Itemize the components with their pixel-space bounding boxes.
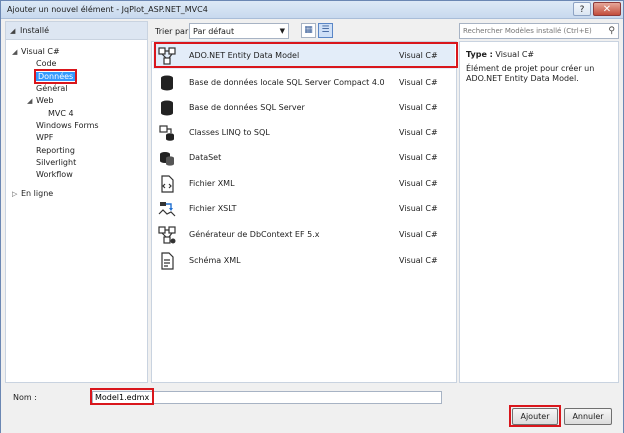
sort-select[interactable]: Par défaut ▼ <box>189 23 289 39</box>
template-name: Schéma XML <box>189 256 241 265</box>
sort-bar: Trier par : Par défaut ▼ ▦ ☰ <box>151 21 457 41</box>
template-name: DataSet <box>189 153 222 162</box>
search-input[interactable] <box>460 24 600 38</box>
help-button[interactable]: ? <box>573 2 591 16</box>
collapse-arrow-icon: ◢ <box>10 27 16 35</box>
add-button[interactable]: Ajouter <box>512 408 558 425</box>
tree-item-label: Silverlight <box>36 158 77 167</box>
xslt-file-icon <box>158 202 176 217</box>
template-language: Visual C# <box>399 103 438 112</box>
tree-item-windows-forms[interactable]: Windows Forms <box>36 120 99 132</box>
template-row-sql-compact[interactable]: Base de données locale SQL Server Compac… <box>153 70 455 96</box>
template-row-xslt-file[interactable]: Fichier XSLT Visual C# <box>153 196 455 222</box>
database-icon <box>161 100 173 116</box>
tree-item-label: WPF <box>36 133 54 142</box>
description-text: Élément de projet pour créer un ADO.NET … <box>466 64 595 83</box>
tree-item-label: Code <box>36 59 57 68</box>
tree-item-label: MVC 4 <box>48 109 74 118</box>
template-row-dataset[interactable]: DataSet Visual C# <box>153 145 455 171</box>
chevron-down-icon: ▼ <box>279 27 285 35</box>
sort-value: Par défaut <box>193 27 235 36</box>
name-field-highlight <box>90 388 154 405</box>
installed-label: Installé <box>20 26 50 35</box>
template-search[interactable]: ⚲ <box>459 23 619 39</box>
template-row-sql-server[interactable]: Base de données SQL Server Visual C# <box>153 95 455 121</box>
template-row-xml-file[interactable]: Fichier XML Visual C# <box>153 171 455 197</box>
tree-item-web[interactable]: ◢ Web <box>27 95 53 107</box>
template-row-linq-to-sql[interactable]: Classes LINQ to SQL Visual C# <box>153 120 455 146</box>
category-tree: ◢ Installé ◢ Visual C# Code Données Génér… <box>5 21 148 383</box>
close-button[interactable]: ✕ <box>593 2 621 16</box>
list-view-icon: ☰ <box>321 25 330 35</box>
tree-item-wpf[interactable]: WPF <box>36 132 53 144</box>
linq-classes-icon <box>159 125 174 141</box>
description-panel: Type : Visual C# Élément de projet pour … <box>459 41 619 383</box>
template-row-xml-schema[interactable]: Schéma XML Visual C# <box>153 248 455 274</box>
tree-item-online[interactable]: ▷ En ligne <box>12 188 53 200</box>
window-title: Ajouter un nouvel élément - JqPlot_ASP.N… <box>7 5 208 14</box>
tree-item-reporting[interactable]: Reporting <box>36 145 75 157</box>
small-icons-view-button[interactable]: ▦ <box>301 23 316 38</box>
tree-item-mvc4[interactable]: MVC 4 <box>48 108 74 120</box>
template-language: Visual C# <box>399 204 438 213</box>
search-icon[interactable]: ⚲ <box>608 26 615 36</box>
tree-item-donnees[interactable]: Données <box>34 69 78 84</box>
template-language: Visual C# <box>399 128 438 137</box>
bottom-bar: Nom : Ajouter Annuler <box>1 385 623 433</box>
tree-item-workflow[interactable]: Workflow <box>36 169 73 181</box>
template-language: Visual C# <box>399 153 438 162</box>
expand-arrow-icon: ◢ <box>12 48 18 56</box>
list-view-button[interactable]: ☰ <box>318 23 333 38</box>
template-language: Visual C# <box>399 78 438 87</box>
dbcontext-generator-icon <box>158 226 176 244</box>
template-name: Générateur de DbContext EF 5.x <box>189 230 320 239</box>
tree-item-label: Web <box>36 96 54 105</box>
expand-arrow-icon: ▷ <box>12 190 18 198</box>
xml-file-icon <box>161 175 174 193</box>
template-name: Classes LINQ to SQL <box>189 128 270 137</box>
template-language: Visual C# <box>399 179 438 188</box>
xml-schema-icon <box>161 252 174 270</box>
tree-item-label: En ligne <box>21 189 54 198</box>
type-label: Type : <box>466 50 493 59</box>
title-bar: Ajouter un nouvel élément - JqPlot_ASP.N… <box>1 1 623 19</box>
sort-label: Trier par : <box>155 27 194 36</box>
tree-item-general[interactable]: Général <box>36 83 68 95</box>
template-language: Visual C# <box>399 256 438 265</box>
cancel-button[interactable]: Annuler <box>564 408 612 425</box>
tree-item-label: Reporting <box>36 146 75 155</box>
template-language: Visual C# <box>399 230 438 239</box>
tree-item-label: Workflow <box>36 170 73 179</box>
selection-highlight <box>154 42 458 68</box>
tree-item-label: Données <box>36 72 76 81</box>
dataset-icon <box>160 152 174 166</box>
tree-item-label: Windows Forms <box>36 121 99 130</box>
template-row-dbcontext-generator[interactable]: Générateur de DbContext EF 5.x Visual C# <box>153 222 455 248</box>
type-value: Visual C# <box>495 50 535 59</box>
template-name: Base de données locale SQL Server Compac… <box>189 78 385 87</box>
expand-arrow-icon: ◢ <box>27 97 33 105</box>
template-name: Base de données SQL Server <box>189 103 305 112</box>
tree-item-label: Général <box>36 84 68 93</box>
add-new-item-dialog: Ajouter un nouvel élément - JqPlot_ASP.N… <box>0 0 624 433</box>
name-label: Nom : <box>13 393 37 402</box>
template-name: Fichier XML <box>189 179 235 188</box>
grid-view-icon: ▦ <box>304 25 313 35</box>
type-line: Type : Visual C# <box>466 50 534 59</box>
tree-item-visual-csharp[interactable]: ◢ Visual C# <box>12 46 60 58</box>
tree-item-label: Visual C# <box>21 47 60 56</box>
template-list: ADO.NET Entity Data Model Visual C# Base… <box>151 41 458 383</box>
template-name: Fichier XSLT <box>189 204 237 213</box>
installed-header[interactable]: ◢ Installé <box>6 22 147 40</box>
database-icon <box>161 75 173 91</box>
tree-item-silverlight[interactable]: Silverlight <box>36 157 76 169</box>
